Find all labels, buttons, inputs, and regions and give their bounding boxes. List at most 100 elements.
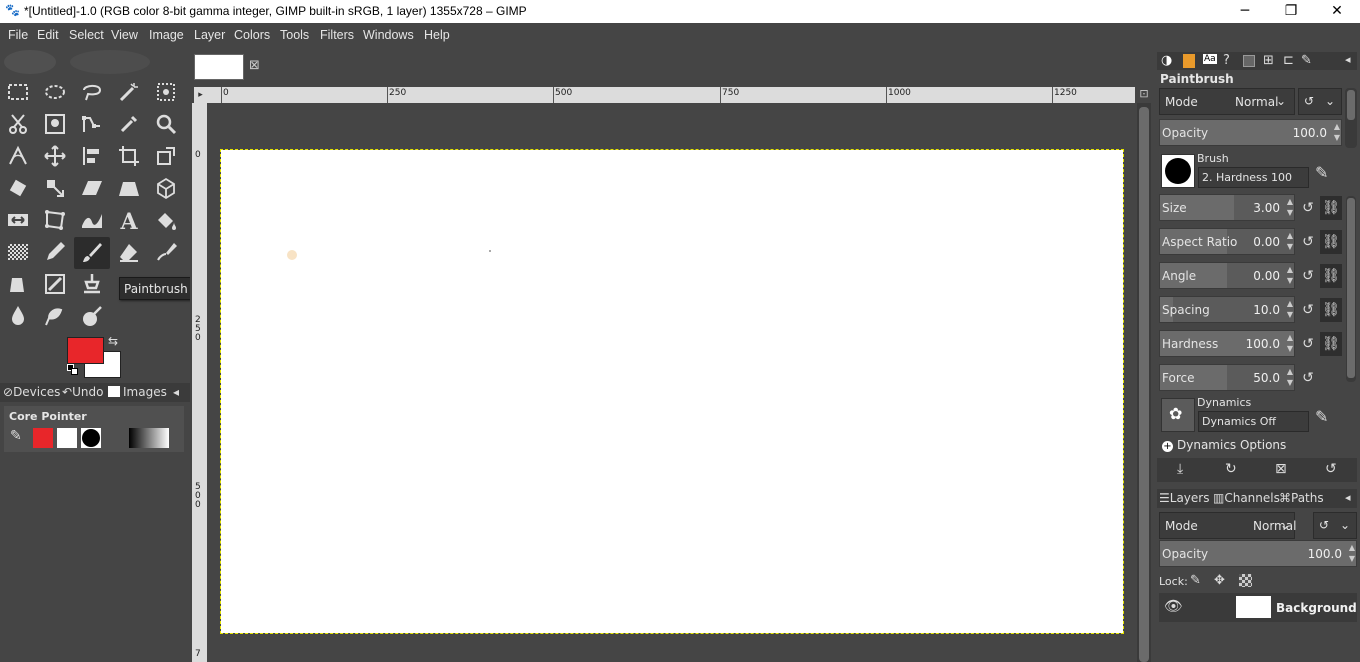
tool-options-scrollbar[interactable] [1345,88,1357,148]
fuzzy-select-tool-icon[interactable] [114,77,144,107]
layer-row-background[interactable]: 👁 Background [1159,593,1357,622]
select-by-color-tool-icon[interactable] [151,77,181,107]
3d-transform-tool-icon[interactable] [151,173,181,203]
tab-devices[interactable]: ⊘Devices [3,385,60,399]
menu-tools[interactable]: Tools [280,28,309,42]
rotate-tool-icon[interactable] [3,173,33,203]
clone-tool-icon[interactable] [77,269,107,299]
layers-dock-menu-icon[interactable]: ◂ [1345,491,1351,504]
menu-filters[interactable]: Filters [320,28,354,42]
menu-image[interactable]: Image [149,28,184,42]
spin-arrows-icon[interactable]: ▲ ▼ [1287,196,1293,218]
brushes-tab-icon[interactable]: ✎ [1301,53,1312,68]
edit-dynamics-icon[interactable]: ✎ [1315,407,1328,426]
lasso-tool-icon[interactable] [77,77,107,107]
blur-tool-icon[interactable] [3,301,33,331]
scale-tool-icon[interactable] [40,173,70,203]
tab-paths[interactable]: ⌘Paths [1279,491,1324,505]
close-button[interactable]: ✕ [1314,0,1360,23]
tab-menu-icon[interactable]: ◂ [173,385,179,399]
pointer-tab-icon[interactable]: ⊏ [1283,53,1294,68]
smudge-tool-icon[interactable] [40,301,70,331]
mode-reset-button[interactable]: ↺ ⌄ [1298,88,1342,115]
color-picker-tool-icon[interactable] [114,109,144,139]
crop-tool-icon[interactable] [114,141,144,171]
airbrush-tool-icon[interactable] [151,237,181,267]
scissors-tool-icon[interactable] [3,109,33,139]
ruler-menu-icon[interactable]: ▸ [194,87,207,103]
templates-tab-icon[interactable]: ⊞ [1263,53,1274,68]
menu-layer[interactable]: Layer [194,28,225,42]
reset-aspect-icon[interactable]: ↺ [1297,230,1319,254]
spin-arrows-icon[interactable]: ▲ ▼ [1287,264,1293,286]
reset-spacing-icon[interactable]: ↺ [1297,298,1319,322]
tab-layers[interactable]: ☰Layers [1159,491,1209,505]
maximize-button[interactable]: ❐ [1268,0,1314,23]
eye-icon[interactable]: 👁 [1164,597,1183,615]
perspective-tool-icon[interactable] [114,173,144,203]
image-tab-thumbnail[interactable] [194,54,244,80]
save-options-icon[interactable]: ⤓ [1177,461,1183,477]
mode-dropdown[interactable]: Mode Normal ⌄ [1159,88,1295,115]
reset-options-icon[interactable]: ↺ [1325,461,1337,477]
reset-hardness-icon[interactable]: ↺ [1297,332,1319,356]
menu-windows[interactable]: Windows [363,28,414,42]
layer-opacity-slider[interactable]: Opacity 100.0 ▲ ▼ [1159,540,1357,567]
flip-tool-icon[interactable] [3,205,33,235]
link-spacing-icon[interactable]: ⛓ [1320,298,1342,322]
menu-colors[interactable]: Colors [234,28,270,42]
reset-size-icon[interactable]: ↺ [1297,196,1319,220]
brush-preview-button[interactable] [1161,154,1195,188]
pencil-tool-icon[interactable] [40,237,70,267]
aspect-ratio-slider[interactable]: Aspect Ratio 0.00 ▲ ▼ [1159,228,1295,255]
delete-options-icon[interactable]: ⊠ [1275,461,1287,477]
spin-arrows-icon[interactable]: ▲ ▼ [1287,366,1293,388]
menu-view[interactable]: View [111,28,138,42]
size-slider[interactable]: Size 3.00 ▲ ▼ [1159,194,1295,221]
lock-pixels-icon[interactable]: ✎ [1190,573,1201,588]
brush-name-field[interactable]: 2. Hardness 100 [1198,167,1309,188]
reset-force-icon[interactable]: ↺ [1297,366,1319,390]
spin-arrows-icon[interactable]: ▲ ▼ [1334,121,1340,143]
tab-undo[interactable]: ↶Undo [62,385,103,399]
edit-brush-icon[interactable]: ✎ [1315,163,1328,182]
hardness-slider[interactable]: Hardness 100.0 ▲ ▼ [1159,330,1295,357]
minimize-button[interactable]: ─ [1222,0,1268,23]
tool-options-tab-icon[interactable]: ◑ [1161,53,1172,68]
gradients-tab-icon[interactable] [1183,54,1195,68]
dock-menu-icon[interactable]: ◂ [1345,53,1351,66]
mypaint-brush-tool-icon[interactable] [40,269,70,299]
lock-position-icon[interactable]: ✥ [1214,573,1225,588]
layer-mode-dropdown[interactable]: Mode Normal ⌄ [1159,512,1296,539]
patterns-tab-icon[interactable] [1243,55,1255,67]
rect-select-tool-icon[interactable] [3,77,33,107]
link-size-icon[interactable]: ⛓ [1320,196,1342,220]
link-angle-icon[interactable]: ⛓ [1320,264,1342,288]
spin-arrows-icon[interactable]: ▲ ▼ [1287,230,1293,252]
zoom-tool-icon[interactable] [151,109,181,139]
menu-file[interactable]: File [8,28,28,42]
tab-channels[interactable]: ▥Channels [1213,491,1280,505]
dynamics-options-expander[interactable]: + Dynamics Options [1162,438,1286,452]
foreground-select-tool-icon[interactable] [40,109,70,139]
canvas-vertical-scrollbar[interactable] [1137,103,1151,662]
force-slider[interactable]: Force 50.0 ▲ ▼ [1159,364,1295,391]
link-aspect-icon[interactable]: ⛓ [1320,230,1342,254]
spin-arrows-icon[interactable]: ▲ ▼ [1349,542,1355,564]
layer-mode-reset-button[interactable]: ↺ ⌄ [1313,512,1357,539]
paintbrush-tool-icon[interactable] [74,237,110,269]
gradient-tool-icon[interactable] [3,237,33,267]
paths-tool-icon[interactable] [77,109,107,139]
text-tool-icon[interactable]: A [114,205,144,235]
help-tab-icon[interactable]: ? [1223,53,1230,68]
zoom-canvas-icon[interactable]: ⊡ [1137,87,1151,103]
scrollbar-thumb[interactable] [1139,107,1149,662]
fonts-tab-icon[interactable]: Aa [1203,54,1217,64]
opacity-slider[interactable]: Opacity 100.0 ▲ ▼ [1159,119,1342,146]
default-colors-icon[interactable] [67,364,79,376]
lock-alpha-icon[interactable] [1239,574,1252,587]
tab-images[interactable]: Images [108,385,167,399]
spin-arrows-icon[interactable]: ▲ ▼ [1287,332,1293,354]
dynamics-preview-button[interactable]: ✿ [1161,398,1195,432]
close-image-tab-icon[interactable]: ⊠ [249,58,260,73]
